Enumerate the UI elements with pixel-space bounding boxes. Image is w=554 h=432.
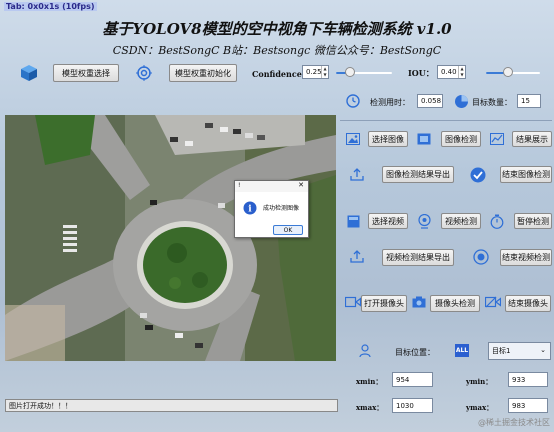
target-position-label: 目标位置：: [395, 348, 435, 357]
info-icon: i: [243, 201, 257, 215]
aerial-image: [5, 115, 336, 361]
target-count-field: 15: [517, 94, 541, 108]
all-badge: ALL: [455, 344, 469, 357]
select-image-button[interactable]: 选择图像: [368, 131, 408, 147]
image-detect-icon: [416, 131, 432, 147]
window-title: Tab: 0x0x1s (10fps): [4, 2, 97, 11]
status-bar: 图片打开成功！！！: [5, 399, 338, 412]
dialog-ok-button[interactable]: OK: [273, 225, 303, 235]
chart-line-icon: [489, 131, 505, 147]
pause-detect-button[interactable]: 暂停检测: [514, 213, 552, 229]
confidence-slider-handle[interactable]: [345, 67, 355, 77]
confidence-input[interactable]: 0.25 ▲ ▼: [302, 65, 329, 79]
target-count-label: 目标数量：: [472, 98, 512, 107]
show-result-button[interactable]: 结果展示: [512, 131, 552, 147]
dialog-close-icon[interactable]: ✕: [298, 181, 304, 189]
cube-icon: [19, 63, 39, 83]
ymin-label: ymin：: [466, 377, 493, 386]
panel-divider: [340, 120, 552, 121]
spin-arrows-icon[interactable]: ▲ ▼: [321, 66, 328, 78]
end-image-detect-button[interactable]: 结束图像检测: [500, 166, 552, 183]
chevron-down-icon: ⌄: [540, 346, 546, 354]
app-title: 基于YOLOV8模型的空中视角下车辆检测系统 v1.0: [102, 20, 452, 38]
all-badge-text: ALL: [455, 347, 469, 354]
dialog-titlebar: ! ✕: [235, 181, 308, 192]
select-weights-button[interactable]: 模型权重选择: [53, 64, 119, 82]
export-image-result-button[interactable]: 图像检测结果导出: [382, 166, 454, 183]
app-subtitle: CSDN：BestSongC B站：Bestsongc 微信公众号：BestSo…: [112, 44, 442, 57]
detect-time-field: 0.058: [417, 94, 443, 108]
xmax-label: xmax：: [356, 403, 384, 412]
pie-chart-icon: [453, 93, 469, 109]
image-icon: [345, 131, 361, 147]
video-file-icon: [345, 213, 361, 229]
upload-icon: [349, 248, 365, 264]
xmin-field: 954: [392, 372, 433, 387]
dialog-title: !: [238, 182, 241, 189]
confidence-value: 0.25: [306, 68, 322, 76]
iou-label: IOU：: [408, 68, 434, 78]
init-weights-button[interactable]: 模型权重初始化: [169, 64, 237, 82]
target-select[interactable]: 目标1 ⌄: [488, 342, 551, 360]
stop-circle-icon: [472, 248, 490, 266]
ymax-label: ymax：: [466, 403, 494, 412]
export-video-result-button[interactable]: 视频检测结果导出: [382, 249, 454, 266]
iou-value: 0.40: [441, 68, 457, 76]
detect-time-label: 检测用时：: [370, 98, 410, 107]
watermark: @稀土掘金技术社区: [478, 418, 550, 427]
clock-icon: [345, 93, 361, 109]
iou-input[interactable]: 0.40 ▲ ▼: [437, 65, 466, 79]
detect-video-button[interactable]: 视频检测: [441, 213, 481, 229]
spin-arrows-icon[interactable]: ▲ ▼: [458, 66, 465, 78]
detect-image-button[interactable]: 图像检测: [441, 131, 481, 147]
video-camera-icon: [344, 294, 362, 310]
dialog-message: 成功检测图像: [263, 205, 300, 212]
iou-slider-handle[interactable]: [503, 67, 513, 77]
end-video-detect-button[interactable]: 结束视频检测: [500, 249, 552, 266]
close-camera-button[interactable]: 结束摄像头: [505, 295, 551, 312]
xmax-field: 1030: [392, 398, 433, 413]
target-icon: [134, 63, 154, 83]
confidence-label: Confidence:: [252, 69, 305, 79]
target-select-value: 目标1: [492, 347, 511, 355]
camera-detect-button[interactable]: 摄像头检测: [430, 295, 480, 312]
camera-off-icon: [484, 294, 502, 310]
webcam-icon: [416, 212, 432, 230]
camera-icon: [411, 294, 427, 310]
detection-image-view: [5, 115, 336, 361]
success-dialog: ! ✕ i 成功检测图像 OK: [234, 180, 309, 238]
check-circle-icon: [469, 166, 487, 184]
xmin-label: xmin：: [356, 377, 383, 386]
location-person-icon: [358, 343, 372, 359]
open-camera-button[interactable]: 打开摄像头: [361, 295, 407, 312]
svg-text:i: i: [248, 205, 252, 215]
stopwatch-icon: [489, 212, 505, 230]
select-video-button[interactable]: 选择视频: [368, 213, 408, 229]
ymax-field: 983: [508, 398, 548, 413]
upload-icon: [349, 166, 365, 182]
ymin-field: 933: [508, 372, 548, 387]
